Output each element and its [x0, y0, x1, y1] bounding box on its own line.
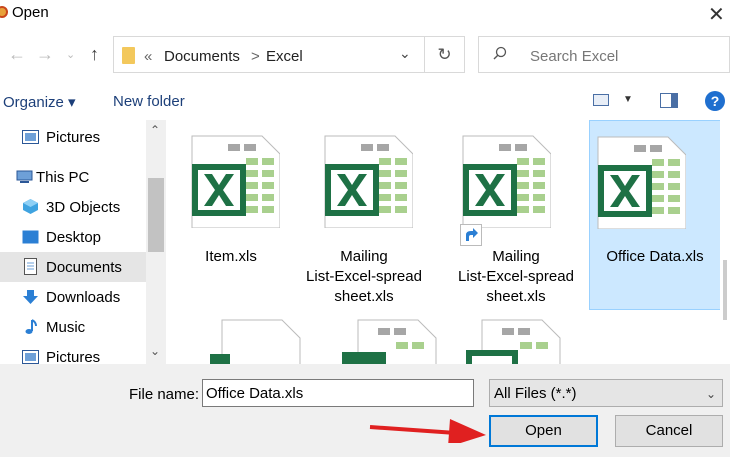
file-name-line: List-Excel-spread [458, 268, 574, 285]
title-bar: Open ✕ [0, 0, 730, 28]
open-button[interactable]: Open [489, 415, 598, 447]
file-name: Mailing List-Excel-spread sheet.xls [451, 247, 581, 307]
nav-item-label: Downloads [46, 289, 121, 306]
desktop-icon [22, 230, 39, 244]
app-icon [0, 6, 8, 18]
file-name: Item.xls [205, 248, 257, 265]
nav-item-documents[interactable]: Documents [0, 252, 146, 282]
3d-objects-icon [23, 199, 38, 214]
scrollbar-thumb[interactable] [148, 178, 164, 252]
file-name-value: Office Data.xls [206, 385, 304, 402]
breadcrumb-excel[interactable]: Excel [266, 48, 303, 65]
nav-item-desktop[interactable]: Desktop [0, 222, 146, 252]
shortcut-arrow-icon [460, 224, 482, 246]
file-name: Office Data.xls [606, 248, 704, 265]
breadcrumb-separator: > [251, 48, 260, 65]
file-list-scrollbar[interactable] [720, 120, 730, 364]
nav-item-downloads[interactable]: Downloads [0, 282, 146, 312]
nav-item-label: Documents [46, 259, 122, 276]
chevron-down-icon[interactable]: ⌄ [399, 45, 411, 62]
change-view-icon[interactable] [593, 94, 609, 106]
scrollbar-thumb[interactable] [723, 260, 727, 320]
file-name-line: List-Excel-spread [306, 268, 422, 285]
nav-item-this-pc[interactable]: This PC [0, 162, 146, 192]
navigation-pane: Pictures This PC 3D Objects Desktop Docu… [0, 120, 166, 364]
file-name: Mailing List-Excel-spread sheet.xls [299, 247, 429, 307]
annotation-arrow-icon [369, 419, 486, 443]
file-type-select[interactable]: All Files (*.*) ⌄ [489, 379, 723, 407]
computer-icon [16, 170, 33, 183]
excel-file-icon-partial[interactable] [342, 318, 438, 364]
excel-file-icon [324, 135, 413, 228]
search-box[interactable]: Search Excel [478, 36, 730, 73]
address-row: ← → ⌄ ↑ « Documents > Excel ⌄ ↻ Search E… [0, 34, 730, 78]
nav-item-music[interactable]: Music [0, 312, 146, 342]
view-options-dropdown-icon[interactable]: ▼ [623, 94, 633, 105]
scroll-up-icon[interactable]: ⌃ [150, 123, 160, 137]
nav-item-pictures[interactable]: Pictures [0, 122, 146, 152]
search-icon [493, 46, 507, 60]
downloads-icon [23, 290, 38, 304]
refresh-button[interactable]: ↻ [424, 36, 465, 73]
bottom-panel: File name: Office Data.xls ⌄ All Files (… [0, 364, 730, 457]
file-name-label: File name: [129, 386, 200, 403]
close-button[interactable]: ✕ [708, 2, 725, 27]
chevron-down-icon[interactable]: ⌄ [706, 387, 716, 401]
documents-icon [24, 258, 37, 275]
file-name-line: Mailing [492, 248, 540, 265]
file-item-mailing-list-shortcut[interactable]: Mailing List-Excel-spread sheet.xls [455, 122, 587, 312]
file-name-line: sheet.xls [486, 288, 546, 305]
file-item-mailing-list[interactable]: Mailing List-Excel-spread sheet.xls [299, 122, 431, 312]
recent-locations-chevron-icon[interactable]: ⌄ [66, 48, 75, 61]
nav-item-label: 3D Objects [46, 199, 121, 216]
command-bar: Organize ▾ New folder ▼ ? [0, 84, 730, 118]
excel-file-icon [462, 135, 551, 228]
excel-file-icon [191, 135, 280, 228]
nav-item-label: Music [46, 319, 86, 336]
music-icon [25, 319, 37, 334]
cancel-button[interactable]: Cancel [615, 415, 723, 447]
nav-item-label: Pictures [46, 349, 101, 364]
preview-pane-icon[interactable] [660, 93, 678, 108]
nav-item-label: Desktop [46, 229, 102, 246]
file-name-input[interactable]: Office Data.xls ⌄ [202, 379, 670, 407]
pictures-icon [22, 130, 39, 144]
folder-icon [122, 47, 135, 64]
excel-file-icon [597, 136, 686, 229]
file-name-line: sheet.xls [334, 288, 394, 305]
breadcrumb-documents[interactable]: Documents [164, 48, 240, 65]
scroll-down-icon[interactable]: ⌄ [150, 344, 160, 358]
file-name-line: Mailing [340, 248, 388, 265]
up-arrow-icon[interactable]: ↑ [90, 44, 99, 65]
organize-menu[interactable]: Organize ▾ [3, 93, 76, 111]
search-placeholder: Search Excel [530, 48, 619, 65]
open-dialog: Open ✕ ← → ⌄ ↑ « Documents > Excel ⌄ ↻ S… [0, 0, 730, 457]
nav-item-label: Pictures [46, 129, 101, 146]
help-button[interactable]: ? [705, 91, 725, 111]
file-item-office-data[interactable]: Office Data.xls [589, 120, 721, 310]
address-bar[interactable]: « Documents > Excel ⌄ [113, 36, 425, 73]
navigation-scrollbar[interactable]: ⌃ ⌄ [146, 120, 166, 364]
window-title: Open [12, 4, 49, 21]
file-type-value: All Files (*.*) [494, 385, 577, 402]
refresh-icon: ↻ [437, 45, 452, 64]
back-arrow-icon[interactable]: ← [8, 44, 26, 65]
pictures-icon [22, 350, 39, 364]
forward-arrow-icon[interactable]: → [36, 44, 54, 65]
nav-item-label: This PC [36, 169, 90, 186]
file-item-item-xls[interactable]: Item.xls [166, 122, 298, 312]
nav-item-3d-objects[interactable]: 3D Objects [0, 192, 146, 222]
breadcrumb-overflow[interactable]: « [144, 48, 152, 65]
file-list: Item.xls Mailing List-Excel-spread sheet… [166, 120, 730, 364]
excel-file-icon-partial[interactable] [466, 318, 562, 364]
nav-item-pictures-2[interactable]: Pictures [0, 342, 146, 364]
new-folder-button[interactable]: New folder [113, 93, 185, 110]
excel-file-icon-partial[interactable] [206, 318, 302, 364]
